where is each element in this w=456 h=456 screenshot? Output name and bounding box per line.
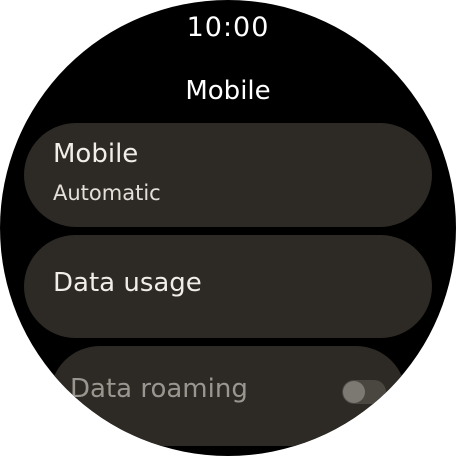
mobile-network-value: Automatic	[53, 181, 161, 205]
status-time: 10:00	[186, 12, 270, 43]
toggle-knob	[343, 381, 365, 403]
mobile-network-chip[interactable]: Mobile Automatic	[24, 123, 432, 227]
data-usage-chip[interactable]: Data usage	[24, 235, 432, 338]
page-title: Mobile	[185, 76, 271, 106]
watch-screen: 10:00 Mobile Mobile Automatic Data usage…	[0, 0, 456, 456]
data-usage-label: Data usage	[53, 268, 202, 298]
data-roaming-chip[interactable]: Data roaming	[50, 346, 406, 446]
data-roaming-label: Data roaming	[70, 374, 248, 404]
mobile-network-label: Mobile	[53, 139, 139, 169]
data-roaming-toggle[interactable]	[342, 380, 386, 404]
